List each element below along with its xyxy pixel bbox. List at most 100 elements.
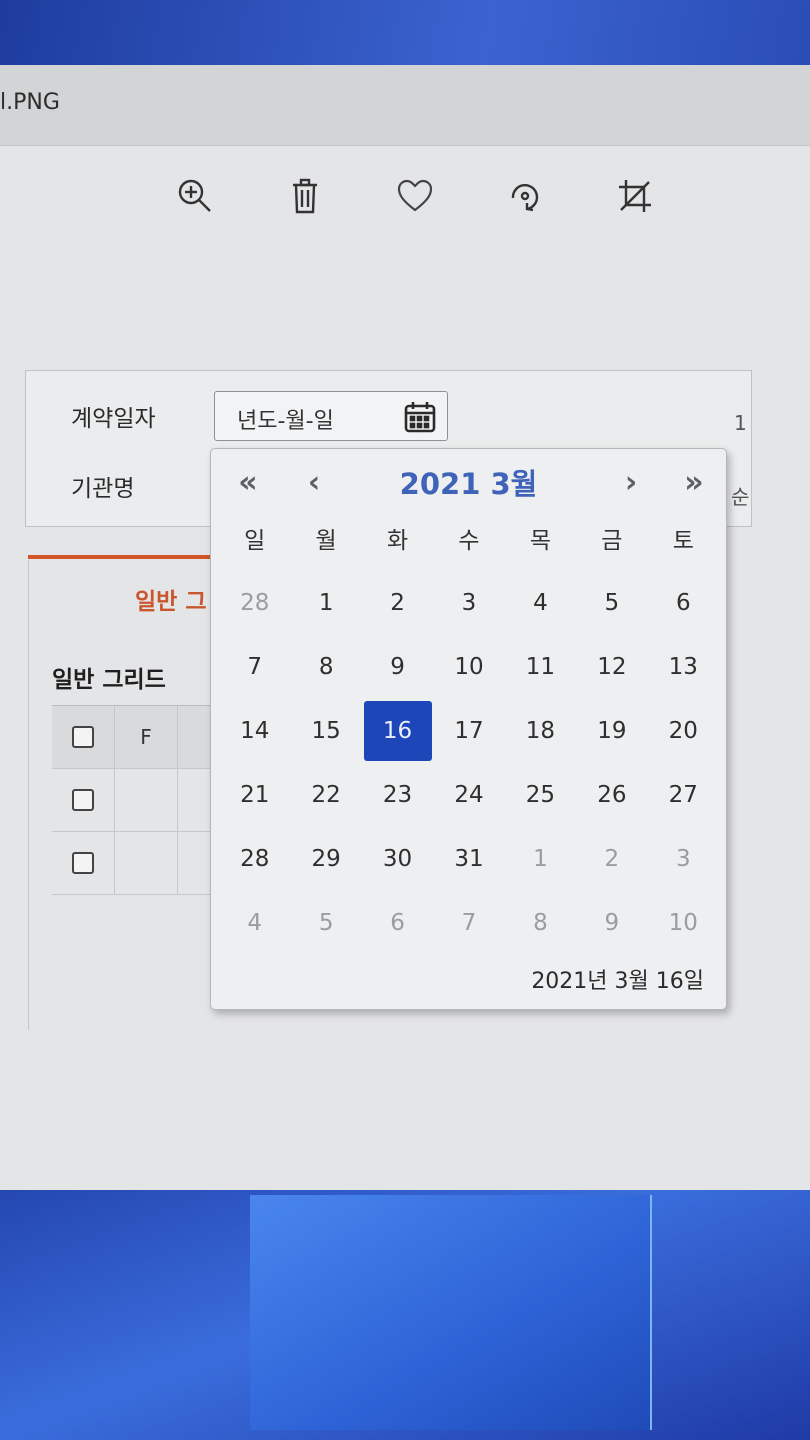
calendar-month-title[interactable]: 2021 3월 <box>351 461 586 503</box>
calendar-day[interactable]: 28 <box>219 571 290 635</box>
prev-year-button[interactable]: « <box>223 457 273 507</box>
weekday-label: 목 <box>529 528 551 554</box>
rotate-icon <box>511 183 539 212</box>
calendar-day-number: 3 <box>461 590 477 616</box>
calendar-day[interactable]: 9 <box>576 891 647 955</box>
weekday-label: 월 <box>315 528 337 554</box>
calendar-day[interactable]: 29 <box>290 827 361 891</box>
calendar-day[interactable]: 11 <box>505 635 576 699</box>
calendar-day[interactable]: 6 <box>362 891 433 955</box>
select-all-checkbox[interactable] <box>72 726 94 748</box>
calendar-day[interactable]: 8 <box>505 891 576 955</box>
zoom-in-button[interactable] <box>140 170 250 222</box>
calendar-day[interactable]: 22 <box>290 763 361 827</box>
prev-month-button[interactable]: ‹ <box>289 457 339 507</box>
calendar-day[interactable]: 4 <box>505 571 576 635</box>
calendar-day[interactable]: 17 <box>433 699 504 763</box>
calendar-day-number: 12 <box>597 654 627 680</box>
calendar-day-number: 2 <box>604 846 620 872</box>
calendar-day[interactable]: 2 <box>362 571 433 635</box>
calendar-day-number: 25 <box>525 782 556 808</box>
calendar-day[interactable]: 10 <box>648 891 719 955</box>
calendar-day[interactable]: 13 <box>648 635 719 699</box>
calendar-icon[interactable] <box>403 400 437 434</box>
crop-icon <box>619 180 651 212</box>
calendar-day[interactable]: 3 <box>433 571 504 635</box>
calendar-day[interactable]: 2 <box>576 827 647 891</box>
calendar-day[interactable]: 14 <box>219 699 290 763</box>
calendar-day[interactable]: 5 <box>290 891 361 955</box>
header-checkbox-cell <box>52 706 115 768</box>
calendar-day[interactable]: 15 <box>290 699 361 763</box>
calendar-day[interactable]: 18 <box>505 699 576 763</box>
calendar-day-number: 4 <box>247 910 263 936</box>
calendar-day[interactable]: 21 <box>219 763 290 827</box>
calendar-day[interactable]: 12 <box>576 635 647 699</box>
delete-button[interactable] <box>250 170 360 222</box>
calendar-day-number: 26 <box>597 782 627 808</box>
calendar-day[interactable]: 31 <box>433 827 504 891</box>
weekday-label: 화 <box>386 528 409 554</box>
title-bar[interactable]: l.PNG <box>0 65 810 146</box>
calendar-day[interactable]: 8 <box>290 635 361 699</box>
calendar-day-number: 2 <box>390 590 405 616</box>
calendar-day[interactable]: 9 <box>362 635 433 699</box>
calendar-day-number: 15 <box>311 718 341 744</box>
data-grid: F <box>52 705 217 895</box>
calendar-day[interactable]: 25 <box>505 763 576 827</box>
calendar-day-number: 23 <box>382 782 413 808</box>
calendar-day[interactable]: 20 <box>648 699 719 763</box>
row-checkbox[interactable] <box>72 852 94 874</box>
calendar-day-number: 3 <box>675 846 691 872</box>
calendar-day[interactable]: 1 <box>505 827 576 891</box>
tab-general-grid[interactable]: 일반 그 <box>135 582 207 616</box>
next-year-button[interactable]: » <box>669 457 719 507</box>
calendar-day[interactable]: 24 <box>433 763 504 827</box>
weekday-header: 일 월 화 수 목 금 토 <box>219 521 719 555</box>
calendar-day-number: 4 <box>533 590 548 616</box>
calendar-day[interactable]: 10 <box>433 635 504 699</box>
next-month-button[interactable]: › <box>606 457 656 507</box>
selected-date-text[interactable]: 2021년 3월 16일 <box>531 963 704 995</box>
calendar-day[interactable]: 6 <box>648 571 719 635</box>
row-checkbox-cell <box>52 769 115 831</box>
calendar-day-grid: 28 1 2 3 4 5 6 7 8 9 10 11 12 13 14 15 16 17 18 19 20 21 22 23 2… <box>219 571 719 955</box>
calendar-day-number: 16 <box>363 701 432 761</box>
calendar-day[interactable]: 19 <box>576 699 647 763</box>
calendar-day-number: 11 <box>525 654 556 680</box>
active-tab-indicator <box>28 555 218 559</box>
calendar-day-number: 8 <box>533 910 548 936</box>
calendar-day-number: 9 <box>604 910 620 936</box>
table-row[interactable] <box>52 832 217 895</box>
calendar-day[interactable]: 4 <box>219 891 290 955</box>
rotate-button[interactable] <box>470 170 580 222</box>
date-input[interactable]: 년도-월-일 <box>214 391 448 441</box>
calendar-day[interactable]: 23 <box>362 763 433 827</box>
calendar-day-number: 17 <box>454 718 484 744</box>
row-checkbox[interactable] <box>72 789 94 811</box>
calendar-day-number: 22 <box>311 782 341 808</box>
calendar-day[interactable]: 27 <box>648 763 719 827</box>
calendar-day[interactable]: 3 <box>648 827 719 891</box>
calendar-day[interactable]: 28 <box>219 827 290 891</box>
calendar-day[interactable]: 1 <box>290 571 361 635</box>
calendar-day[interactable]: 26 <box>576 763 647 827</box>
calendar-day-selected[interactable]: 16 <box>362 699 433 763</box>
calendar-day-number: 28 <box>240 846 270 872</box>
agency-name-label: 기관명 <box>71 476 135 502</box>
calendar-day-number: 1 <box>533 846 548 872</box>
favorite-button[interactable] <box>360 170 470 222</box>
calendar-day[interactable]: 5 <box>576 571 647 635</box>
crop-button[interactable] <box>580 170 690 222</box>
calendar-day-number: 13 <box>668 654 698 680</box>
truncated-text-2: 순 <box>731 485 750 509</box>
calendar-day[interactable]: 30 <box>362 827 433 891</box>
calendar-day-number: 19 <box>597 718 627 744</box>
header-column-f[interactable]: F <box>115 706 178 768</box>
calendar-day[interactable]: 7 <box>433 891 504 955</box>
calendar-day-number: 30 <box>382 846 413 872</box>
date-picker-popup: « ‹ 2021 3월 › » 일 월 화 수 목 금 토 28 1 2 3 4 5 6 7 8… <box>210 448 727 1010</box>
table-row[interactable] <box>52 769 217 832</box>
calendar-day[interactable]: 7 <box>219 635 290 699</box>
calendar-day-number: 20 <box>668 718 698 744</box>
